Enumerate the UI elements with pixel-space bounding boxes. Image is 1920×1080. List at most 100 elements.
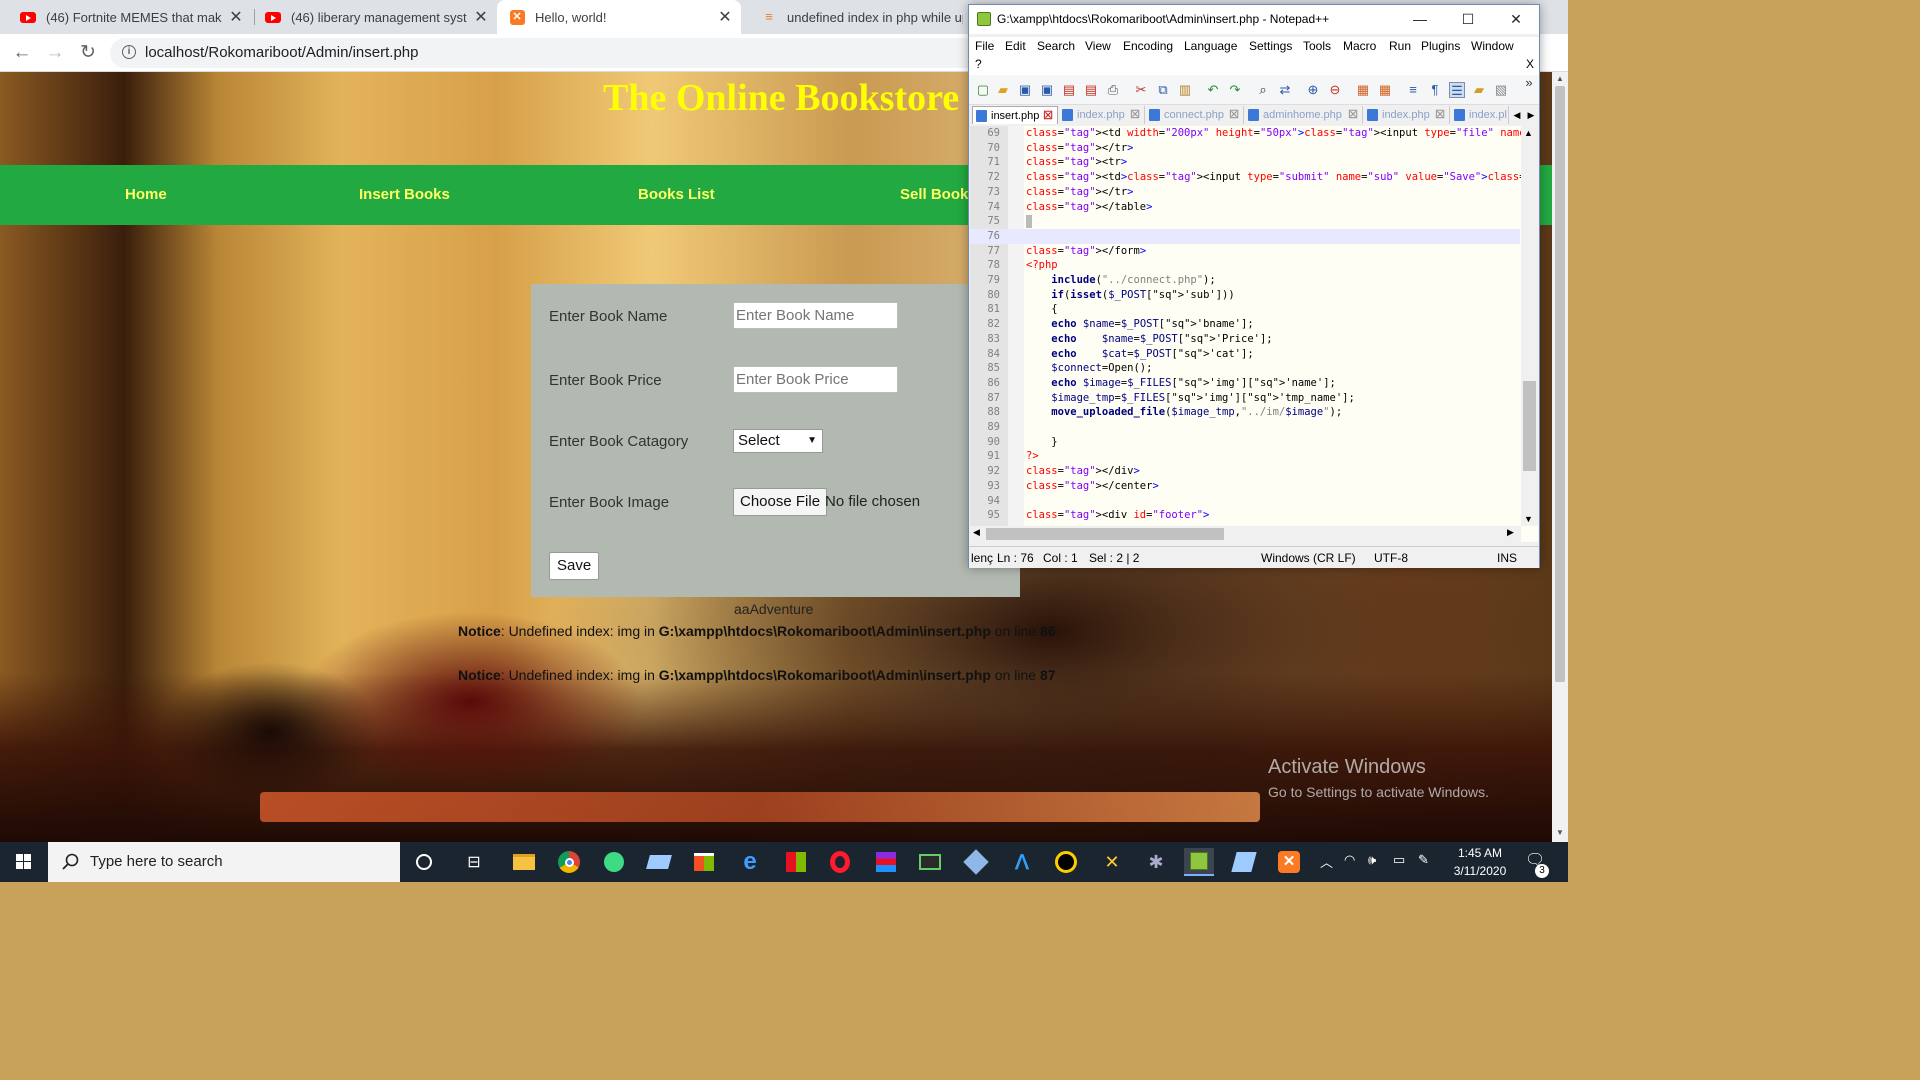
battery-icon[interactable]: ▭ bbox=[1393, 852, 1405, 868]
microsoft-store-icon[interactable] bbox=[690, 848, 718, 876]
scroll-left-icon[interactable]: ◀ bbox=[973, 527, 980, 538]
virtualbox-icon[interactable] bbox=[962, 848, 990, 876]
pen-icon[interactable]: ✎ bbox=[1418, 852, 1429, 868]
copy-icon[interactable]: ⧉ bbox=[1155, 82, 1171, 98]
reload-icon[interactable]: ↻ bbox=[76, 41, 100, 65]
system-clock[interactable]: 1:45 AM 3/11/2020 bbox=[1440, 844, 1520, 880]
tools-app-icon[interactable]: ✕ bbox=[1098, 848, 1126, 876]
scroll-right-icon[interactable]: ▶ bbox=[1507, 527, 1514, 538]
more-tools-icon[interactable]: » bbox=[1521, 75, 1537, 91]
code-line[interactable]: 73 class="tag"></tr> bbox=[970, 185, 1520, 200]
browser-tab-stackoverflow[interactable]: ≡ undefined index in php while upl bbox=[741, 0, 971, 34]
close-icon[interactable]: ☒ bbox=[1435, 106, 1445, 124]
close-document-icon[interactable]: X bbox=[1526, 57, 1534, 71]
code-line[interactable]: 78 <?php bbox=[970, 258, 1520, 273]
forward-icon[interactable]: → bbox=[43, 41, 67, 65]
code-line[interactable]: 74 class="tag"></table> bbox=[970, 200, 1520, 215]
menu-encoding[interactable]: Encoding bbox=[1123, 39, 1173, 53]
indent-guide-icon[interactable]: ☰ bbox=[1449, 82, 1465, 98]
scroll-up-icon[interactable]: ▲ bbox=[1524, 128, 1533, 138]
code-line[interactable]: 84 echo $cat=$_POST["sq">'cat']; bbox=[970, 347, 1520, 362]
print-icon[interactable]: ⎙ bbox=[1105, 82, 1121, 98]
menu-window[interactable]: Window bbox=[1471, 39, 1514, 53]
code-editor[interactable]: 69 class="tag"><td width="200px" height="… bbox=[970, 126, 1538, 542]
close-icon[interactable]: ✕ bbox=[1504, 8, 1528, 30]
paste-icon[interactable]: ▥ bbox=[1177, 82, 1193, 98]
menu-run[interactable]: Run bbox=[1389, 39, 1411, 53]
cut-icon[interactable]: ✂ bbox=[1133, 82, 1149, 98]
code-line[interactable]: 76 bbox=[970, 228, 1520, 244]
code-line[interactable]: 70 class="tag"></tr> bbox=[970, 141, 1520, 156]
save-all-icon[interactable]: ▣ bbox=[1039, 82, 1055, 98]
scrollbar-thumb[interactable] bbox=[1555, 86, 1565, 682]
sync-horizontal-icon[interactable]: ▦ bbox=[1377, 82, 1393, 98]
office-app-icon[interactable] bbox=[782, 848, 810, 876]
xampp-taskbar-icon[interactable]: ✕ bbox=[1275, 848, 1303, 876]
save-icon[interactable]: ▣ bbox=[1017, 82, 1033, 98]
book-name-input[interactable] bbox=[733, 302, 898, 329]
editor-horizontal-scrollbar[interactable]: ◀ ▶ bbox=[970, 526, 1521, 542]
close-icon[interactable]: ✕ bbox=[473, 7, 489, 27]
opera-icon[interactable] bbox=[826, 848, 854, 876]
menu-macro[interactable]: Macro bbox=[1343, 39, 1376, 53]
scroll-up-icon[interactable]: ▲ bbox=[1556, 74, 1564, 83]
menu-tools[interactable]: Tools bbox=[1303, 39, 1331, 53]
nav-books-list[interactable]: Books List bbox=[638, 186, 715, 203]
menu-search[interactable]: Search bbox=[1037, 39, 1075, 53]
browser-tab-youtube-library[interactable]: (46) liberary management system ✕ bbox=[245, 0, 497, 34]
chrome-icon[interactable] bbox=[555, 848, 583, 876]
code-line[interactable]: 90 } bbox=[970, 435, 1520, 450]
notepad-plus-plus-taskbar-icon[interactable] bbox=[1184, 848, 1214, 876]
replace-icon[interactable]: ⇄ bbox=[1277, 82, 1293, 98]
close-icon[interactable]: ✕ bbox=[717, 7, 733, 27]
code-line[interactable]: 92 class="tag"></div> bbox=[970, 464, 1520, 479]
code-line[interactable]: 80 if(isset($_POST["sq">'sub'])) bbox=[970, 288, 1520, 303]
code-line[interactable]: 87 $image_tmp=$_FILES["sq">'img']["sq">'… bbox=[970, 391, 1520, 406]
book-category-select[interactable]: Select ▼ bbox=[733, 429, 823, 453]
code-line[interactable]: 91 ?> bbox=[970, 449, 1520, 464]
keyboard-app-icon[interactable] bbox=[645, 848, 673, 876]
network-tool-icon[interactable]: ✱ bbox=[1142, 848, 1170, 876]
close-file-icon[interactable]: ▤ bbox=[1061, 82, 1077, 98]
choose-file-button[interactable]: Choose File bbox=[733, 488, 828, 516]
volume-icon[interactable]: 🕪 bbox=[1368, 852, 1376, 868]
code-line[interactable]: 88 move_uploaded_file($image_tmp,"../im/… bbox=[970, 405, 1520, 420]
menu-file[interactable]: File bbox=[975, 39, 994, 53]
menu-plugins[interactable]: Plugins bbox=[1421, 39, 1460, 53]
cortana-icon[interactable] bbox=[410, 848, 438, 876]
close-icon[interactable]: ☒ bbox=[1043, 107, 1053, 125]
zoom-in-icon[interactable]: ⊕ bbox=[1305, 82, 1321, 98]
code-line[interactable]: 86 echo $image=$_FILES["sq">'img']["sq">… bbox=[970, 376, 1520, 391]
android-studio-icon[interactable] bbox=[600, 848, 628, 876]
menu-view[interactable]: View bbox=[1085, 39, 1111, 53]
scrollbar-thumb[interactable] bbox=[1523, 381, 1536, 471]
nav-insert-books[interactable]: Insert Books bbox=[359, 186, 450, 203]
show-hidden-icons-icon[interactable]: ︿ bbox=[1320, 852, 1333, 871]
file-tab-index-3[interactable]: index.pl bbox=[1451, 106, 1509, 124]
wifi-icon[interactable]: ◠ bbox=[1344, 852, 1355, 868]
task-view-icon[interactable]: ⊟ bbox=[460, 848, 488, 876]
book-price-input[interactable] bbox=[733, 366, 898, 393]
file-tab-insert[interactable]: insert.php ☒ bbox=[972, 106, 1058, 124]
find-icon[interactable]: ⌕ bbox=[1255, 82, 1271, 98]
code-line[interactable]: 94 bbox=[970, 494, 1520, 509]
code-line[interactable]: 95 class="tag"><div id="footer"> bbox=[970, 508, 1520, 523]
scrollbar-thumb[interactable] bbox=[986, 528, 1224, 540]
info-icon[interactable]: i bbox=[122, 45, 136, 59]
menu-language[interactable]: Language bbox=[1184, 39, 1237, 53]
minimize-icon[interactable]: — bbox=[1408, 8, 1432, 30]
windows-start-icon[interactable] bbox=[0, 842, 48, 882]
close-icon[interactable]: ✕ bbox=[228, 7, 244, 27]
sync-scroll-icon[interactable]: ▦ bbox=[1355, 82, 1371, 98]
code-line[interactable]: 69 class="tag"><td width="200px" height="… bbox=[970, 126, 1538, 141]
emulator-icon[interactable] bbox=[916, 848, 944, 876]
code-line[interactable]: 75 bbox=[970, 214, 1520, 229]
code-line[interactable]: 81 { bbox=[970, 302, 1520, 317]
code-line[interactable]: 71 class="tag"><tr> bbox=[970, 155, 1520, 170]
nav-home[interactable]: Home bbox=[125, 186, 167, 203]
taskbar-search-box[interactable]: Type here to search bbox=[48, 842, 400, 882]
browser-tab-hello-world[interactable]: ✕ Hello, world! ✕ bbox=[497, 0, 741, 34]
menu-edit[interactable]: Edit bbox=[1005, 39, 1026, 53]
show-all-chars-icon[interactable]: ¶ bbox=[1427, 82, 1443, 98]
new-file-icon[interactable]: ▢ bbox=[975, 82, 991, 98]
